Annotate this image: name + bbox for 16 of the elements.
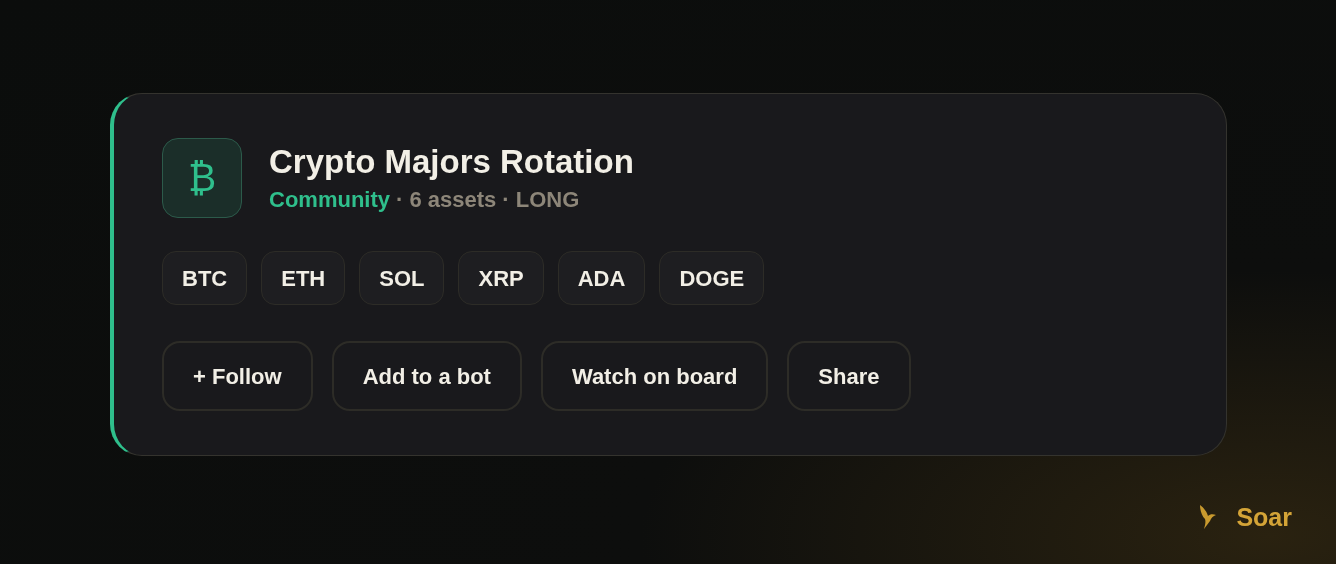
action-button[interactable]: Watch on board <box>540 341 769 411</box>
card-title: Crypto Majors Rotation <box>269 142 634 182</box>
asset-chip: ETH <box>261 251 346 305</box>
asset-chip: SOL <box>359 251 445 305</box>
action-button[interactable]: Share <box>787 341 911 411</box>
asset-chip: ADA <box>557 251 646 305</box>
brand-name: Soar <box>1236 501 1292 533</box>
meta-label: · LONG <box>502 186 580 214</box>
asset-chip: BTC <box>162 251 248 305</box>
bitcoin-icon: ₿ <box>162 138 242 218</box>
meta-label: · 6 assets <box>396 186 497 214</box>
asset-chip: XRP <box>458 251 544 305</box>
action-button[interactable]: Add to a bot <box>331 341 522 411</box>
asset-chip: DOGE <box>659 251 765 305</box>
action-button[interactable]: + Follow <box>162 341 313 411</box>
source-label: Community <box>269 186 390 214</box>
